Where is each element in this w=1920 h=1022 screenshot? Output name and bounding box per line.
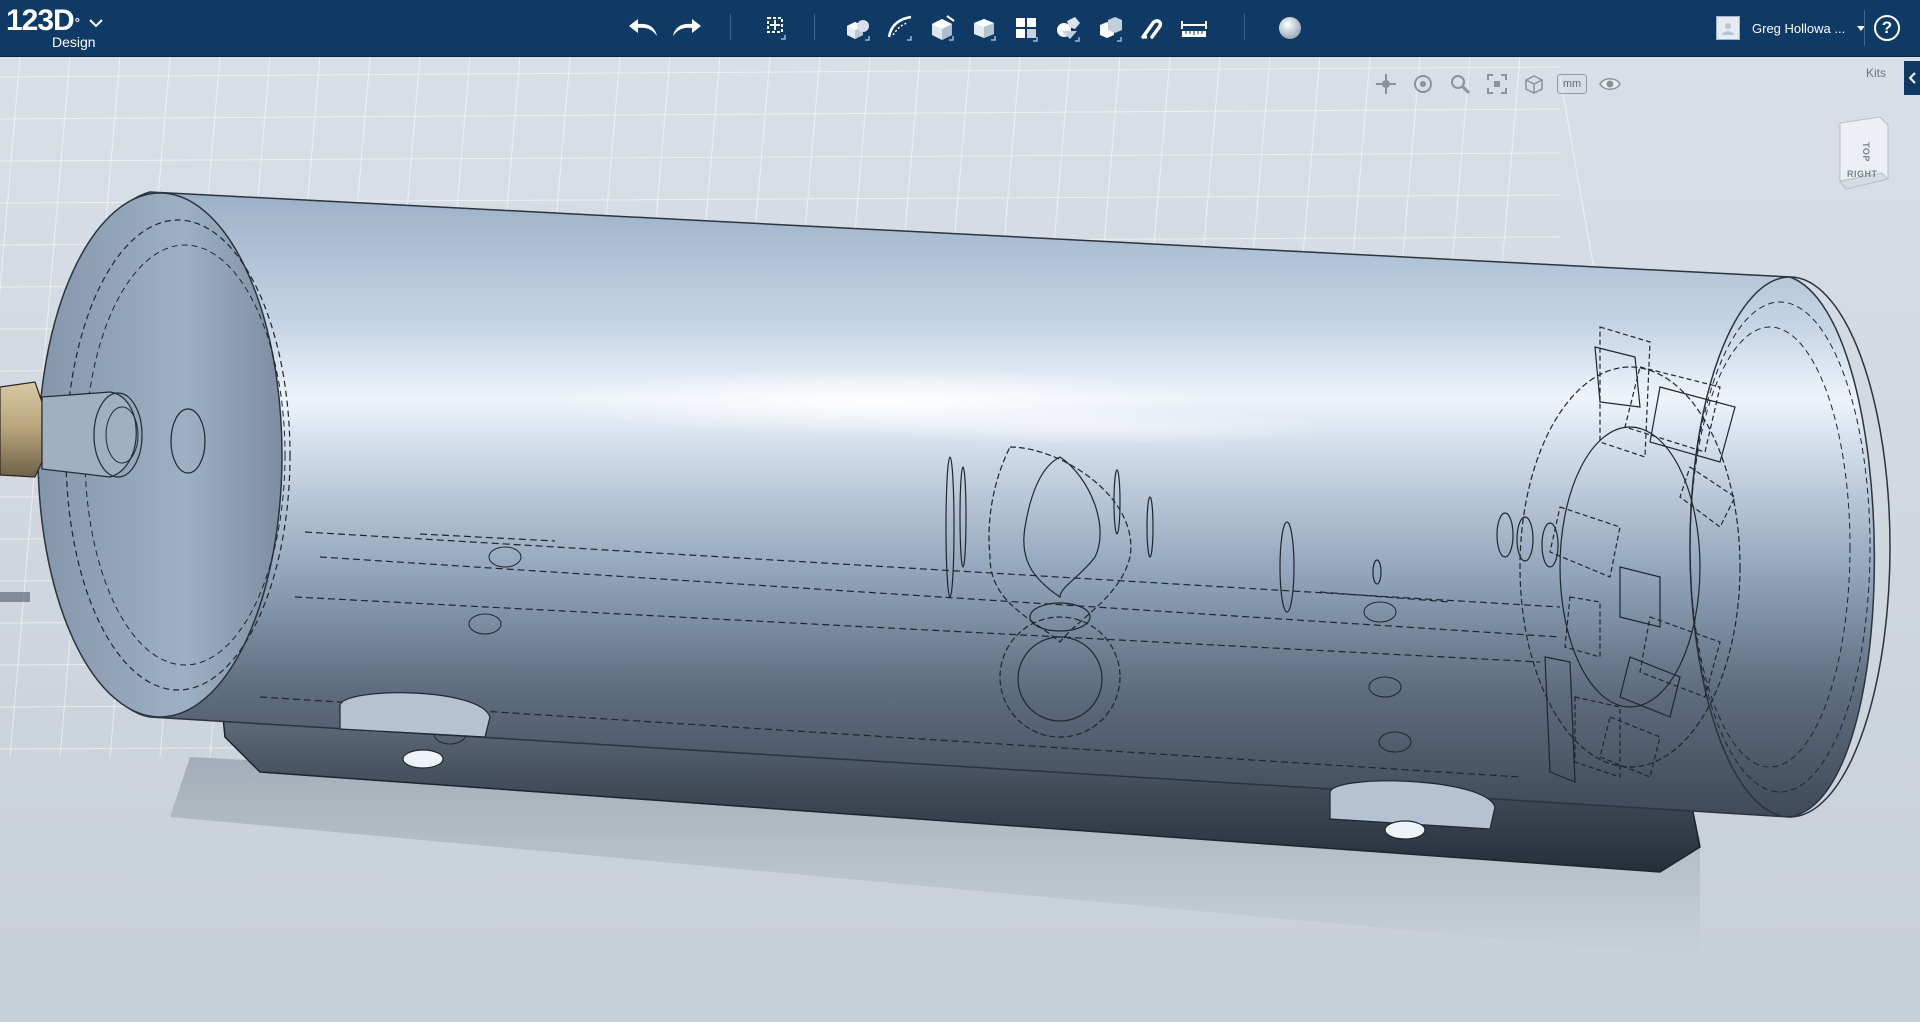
fit-button[interactable]: [1483, 70, 1511, 98]
toolbar-separator: [1244, 14, 1245, 40]
logo-superscript: °: [74, 15, 80, 30]
user-icon: [1722, 23, 1734, 35]
measure-icon: [1181, 21, 1207, 37]
3d-viewport[interactable]: mm Kits TOP RIGHT: [0, 57, 1920, 1022]
user-name: Greg Hollowa ...: [1752, 20, 1846, 36]
viewcube-right-face[interactable]: RIGHT: [1847, 169, 1878, 179]
construct-icon: [932, 15, 955, 41]
chevron-down-icon: [89, 19, 103, 28]
toolbar-separator: [730, 14, 731, 40]
construct-button[interactable]: [924, 10, 960, 46]
fit-icon: [1487, 74, 1507, 94]
primitives-button[interactable]: [840, 10, 876, 46]
viewcube[interactable]: TOP RIGHT: [1836, 116, 1896, 197]
chevron-left-icon: [1908, 72, 1916, 84]
viewcube-top-face[interactable]: TOP: [1861, 142, 1871, 162]
kits-label[interactable]: Kits: [1866, 66, 1886, 80]
wireframe-cube-icon: [1525, 75, 1543, 94]
sketch-button[interactable]: [882, 10, 918, 46]
snap-button[interactable]: [1134, 10, 1170, 46]
snap-icon: [1141, 19, 1163, 39]
eye-icon: [1599, 78, 1621, 90]
pattern-button[interactable]: [1008, 10, 1044, 46]
view-style-button[interactable]: [1520, 70, 1548, 98]
grouping-icon: [1057, 17, 1080, 42]
zoom-button[interactable]: [1446, 70, 1474, 98]
navigation-bar: mm: [1372, 70, 1633, 98]
app-menu-button[interactable]: 123D° Design: [6, 4, 103, 50]
primitives-icon: [847, 20, 870, 41]
pan-icon: [1376, 74, 1396, 94]
top-toolbar: 123D° Design Greg Hollowa ... ?: [0, 0, 1920, 57]
grouping-button[interactable]: [1050, 10, 1086, 46]
user-menu[interactable]: Greg Hollowa ...: [1716, 12, 1866, 44]
help-button[interactable]: ?: [1874, 15, 1900, 41]
zoom-icon: [1451, 75, 1471, 95]
undo-button[interactable]: [626, 10, 662, 46]
modify-button[interactable]: [966, 10, 1002, 46]
app-logo: 123D°: [6, 4, 80, 37]
3d-scene[interactable]: [0, 57, 1920, 1022]
combine-button[interactable]: [1092, 10, 1128, 46]
material-button[interactable]: [1272, 10, 1308, 46]
pattern-icon: [1016, 18, 1038, 42]
toolbar-separator: [1864, 10, 1865, 46]
transform-icon: [767, 17, 786, 40]
visibility-button[interactable]: [1596, 70, 1624, 98]
transform-button[interactable]: [757, 10, 793, 46]
combine-icon: [1100, 17, 1122, 42]
measure-button[interactable]: [1176, 10, 1212, 46]
kits-panel-toggle[interactable]: [1904, 61, 1920, 95]
orbit-button[interactable]: [1409, 70, 1437, 98]
avatar: [1716, 16, 1740, 40]
toolbar-separator: [814, 14, 815, 40]
redo-icon: [673, 19, 701, 36]
material-icon: [1279, 17, 1301, 39]
redo-button[interactable]: [668, 10, 704, 46]
pan-button[interactable]: [1372, 70, 1400, 98]
modify-icon: [974, 19, 996, 41]
units-button[interactable]: mm: [1557, 74, 1587, 94]
sketch-icon: [887, 15, 912, 41]
orbit-icon: [1414, 75, 1432, 93]
app-logo-subtitle: Design: [52, 34, 96, 50]
undo-icon: [629, 19, 657, 36]
cylinder-model: [0, 191, 1891, 873]
app-window: 123D° Design Greg Hollowa ... ? mm Kits …: [0, 0, 1920, 1022]
